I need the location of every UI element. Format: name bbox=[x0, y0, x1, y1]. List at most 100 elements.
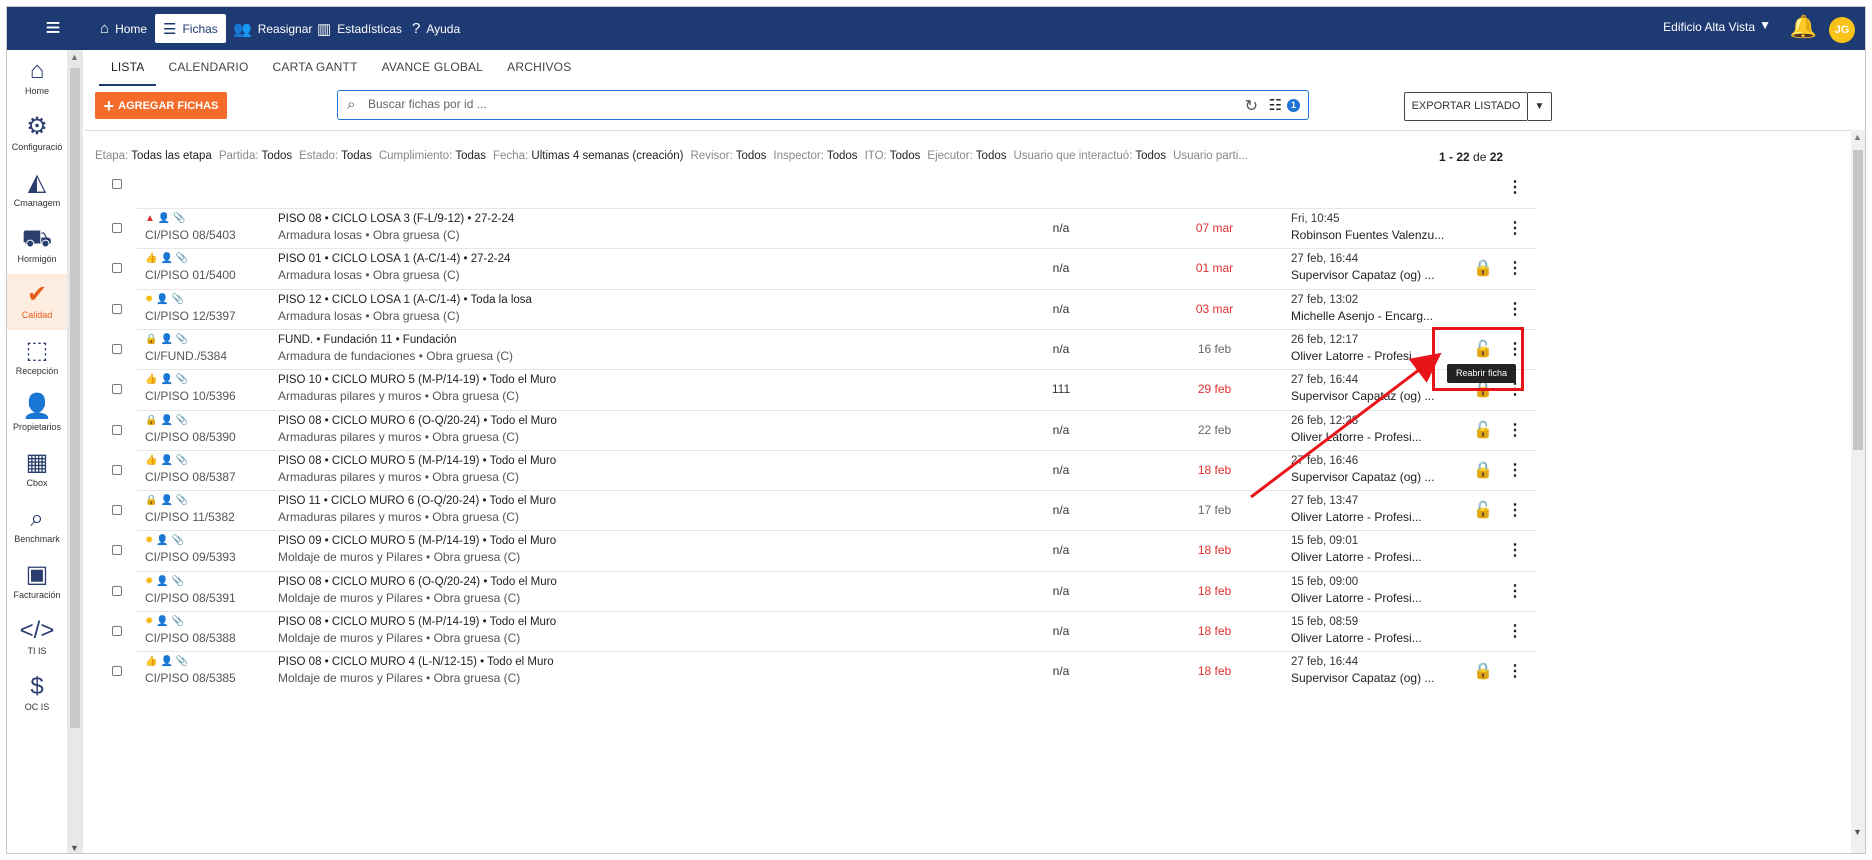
tab-calendario[interactable]: CALENDARIO bbox=[156, 52, 260, 86]
paperclip-icon: 📎 bbox=[175, 414, 192, 426]
table-row[interactable]: 🔒👤📎 CI/PISO 11/5382 PISO 11 • CICLO MURO 6… bbox=[112, 490, 1537, 530]
nav-home[interactable]: ⌂ Home bbox=[92, 14, 155, 43]
sidebar-item-benchmark[interactable]: ⌕ Benchmark bbox=[7, 498, 67, 554]
avatar[interactable]: JG bbox=[1829, 17, 1855, 43]
filter-summary[interactable]: Etapa: Todas las etapa Partida: Todos Esta… bbox=[95, 150, 1295, 162]
nav-estadisticas[interactable]: ▥ Estadísticas bbox=[309, 14, 410, 43]
user-icon: 👤 bbox=[156, 293, 172, 305]
row-checkbox[interactable] bbox=[112, 424, 122, 435]
row-id: CI/PISO 01/5400 bbox=[145, 268, 236, 283]
chevron-down-icon[interactable]: ▼ bbox=[1759, 18, 1771, 32]
sidebar-item-home[interactable]: ⌂ Home bbox=[7, 50, 67, 106]
row-checkbox[interactable] bbox=[112, 263, 122, 274]
row-id: CI/PISO 08/5403 bbox=[145, 228, 236, 242]
row-checkbox[interactable] bbox=[112, 585, 122, 596]
scroll-down-icon[interactable]: ▼ bbox=[1853, 827, 1862, 837]
unlock-icon[interactable]: 🔓 bbox=[1473, 420, 1493, 440]
tab-carta-gantt[interactable]: CARTA GANTT bbox=[261, 52, 370, 86]
table-row[interactable]: 👍👤📎 CI/PISO 08/5387 PISO 08 • CICLO MURO 5… bbox=[112, 449, 1537, 490]
list-scroll-thumb[interactable] bbox=[1853, 150, 1863, 450]
list-scrollbar[interactable]: ▲ ▼ bbox=[1851, 130, 1865, 853]
sidebar-item-cbox[interactable]: ▦ Cbox bbox=[7, 442, 67, 498]
sidebar-scrollbar[interactable]: ▲ ▼ bbox=[67, 50, 83, 853]
row-checkbox[interactable] bbox=[112, 343, 122, 354]
export-list-button[interactable]: EXPORTAR LISTADO bbox=[1404, 92, 1528, 121]
row-checkbox[interactable] bbox=[112, 505, 122, 516]
nav-fichas[interactable]: ☰ Fichas bbox=[155, 14, 226, 43]
row-checkbox[interactable] bbox=[112, 666, 122, 677]
sidebar-item-configuracion[interactable]: ⚙ Configuració bbox=[7, 106, 67, 162]
row-checkbox[interactable] bbox=[112, 626, 122, 636]
sidebar-item-calidad[interactable]: ✔ Calidad bbox=[7, 274, 67, 330]
row-subtitle: Armaduras pilares y muros • Obra gruesa … bbox=[278, 389, 519, 404]
row-checkbox[interactable] bbox=[112, 223, 122, 233]
sidebar-item-oc-is[interactable]: $ OC IS bbox=[7, 666, 67, 722]
export-dropdown-icon[interactable]: ▼ bbox=[1528, 92, 1552, 121]
billing-icon: ▣ bbox=[25, 561, 49, 588]
header-more-icon[interactable]: ⋮ bbox=[1507, 177, 1523, 197]
add-fichas-button[interactable]: + AGREGAR FICHAS bbox=[95, 92, 227, 119]
scroll-up-icon[interactable]: ▲ bbox=[70, 52, 79, 62]
table-row[interactable]: ✸👤📎 CI/PISO 12/5397 PISO 12 • CICLO LOSA 1… bbox=[112, 288, 1537, 329]
scroll-down-icon[interactable]: ▼ bbox=[70, 843, 79, 853]
row-status-icons: ▲👤📎 bbox=[145, 213, 189, 224]
sidebar-item-recepcion[interactable]: ⬚ Recepción bbox=[7, 330, 67, 386]
scroll-up-icon[interactable]: ▲ bbox=[1853, 132, 1862, 142]
sidebar-scroll-thumb[interactable] bbox=[70, 68, 80, 728]
row-due-date: 07 mar bbox=[1195, 221, 1234, 235]
row-last-activity: 15 feb, 09:01 bbox=[1291, 535, 1359, 548]
row-more-icon[interactable]: ⋮ bbox=[1507, 218, 1523, 238]
help-icon: ? bbox=[412, 20, 421, 37]
row-more-icon[interactable]: ⋮ bbox=[1507, 258, 1523, 278]
table-row[interactable]: 👍👤📎 CI/PISO 10/5396 PISO 10 • CICLO MURO 5… bbox=[112, 369, 1537, 409]
select-all-checkbox[interactable] bbox=[112, 179, 122, 189]
nav-ayuda[interactable]: ? Ayuda bbox=[404, 14, 468, 43]
table-row[interactable]: ✸👤📎 CI/PISO 09/5393 PISO 09 • CICLO MURO 5… bbox=[112, 530, 1537, 570]
tab-lista[interactable]: LISTA bbox=[99, 52, 157, 86]
filter-sliders-icon[interactable]: ☷ bbox=[1269, 96, 1282, 114]
table-row[interactable]: 👍👤📎 CI/PISO 08/5385 PISO 08 • CICLO MURO 4… bbox=[112, 651, 1537, 691]
building-selector[interactable]: Edificio Alta Vista bbox=[1663, 20, 1755, 34]
sidebar-item-ti-is[interactable]: </> TI IS bbox=[7, 610, 67, 666]
row-checkbox[interactable] bbox=[112, 545, 122, 556]
row-title: PISO 08 • CICLO MURO 6 (O-Q/20-24) • Tod… bbox=[278, 575, 557, 588]
filter-key: Inspector: bbox=[773, 150, 824, 162]
row-title: PISO 08 • CICLO MURO 6 (O-Q/20-24) • Tod… bbox=[278, 414, 557, 427]
nav-reasignar[interactable]: 👥 Reasignar bbox=[225, 14, 320, 43]
row-subtitle: Armaduras pilares y muros • Obra gruesa … bbox=[278, 510, 519, 525]
sidebar-item-hormigon[interactable]: ⛟ Hormigón bbox=[7, 218, 67, 274]
refresh-icon[interactable]: ↻ bbox=[1245, 96, 1258, 116]
row-checkbox[interactable] bbox=[112, 384, 122, 395]
row-more-icon[interactable]: ⋮ bbox=[1507, 500, 1523, 520]
row-more-icon[interactable]: ⋮ bbox=[1507, 540, 1523, 560]
table-row[interactable]: ▲👤📎 CI/PISO 08/5403 PISO 08 • CICLO LOSA 3… bbox=[112, 208, 1537, 248]
chart-icon: ▥ bbox=[317, 20, 332, 38]
unlock-icon[interactable]: 🔓 bbox=[1473, 500, 1493, 520]
search-input[interactable] bbox=[368, 97, 1218, 111]
sidebar-item-propietarios[interactable]: 👤 Propietarios bbox=[7, 386, 67, 442]
tab-avance-global[interactable]: AVANCE GLOBAL bbox=[370, 52, 496, 86]
nav-ayuda-label: Ayuda bbox=[426, 21, 461, 36]
row-more-icon[interactable]: ⋮ bbox=[1507, 661, 1523, 681]
tab-archivos[interactable]: ARCHIVOS bbox=[495, 52, 583, 86]
table-row[interactable]: 🔒👤📎 CI/PISO 08/5390 PISO 08 • CICLO MURO 6… bbox=[112, 409, 1537, 450]
row-more-icon[interactable]: ⋮ bbox=[1507, 460, 1523, 480]
row-more-icon[interactable]: ⋮ bbox=[1507, 299, 1523, 319]
table-row[interactable]: ✸👤📎 CI/PISO 08/5388 PISO 08 • CICLO MURO 5… bbox=[112, 611, 1537, 651]
lock-icon[interactable]: 🔒 bbox=[1473, 460, 1493, 480]
bell-icon[interactable]: 🔔 bbox=[1790, 14, 1817, 40]
row-more-icon[interactable]: ⋮ bbox=[1507, 621, 1523, 641]
table-row[interactable]: ✸👤📎 CI/PISO 08/5391 PISO 08 • CICLO MURO 6… bbox=[112, 570, 1537, 611]
sidebar-item-facturacion[interactable]: ▣ Facturación bbox=[7, 554, 67, 610]
row-checkbox[interactable] bbox=[112, 464, 122, 475]
lock-icon[interactable]: 🔒 bbox=[1473, 661, 1493, 681]
menu-icon[interactable]: ≡ bbox=[7, 7, 99, 50]
row-more-icon[interactable]: ⋮ bbox=[1507, 420, 1523, 440]
sidebar-item-label: Propietarios bbox=[12, 422, 62, 432]
sidebar-item-cmanagement[interactable]: ◭ Cmanagem bbox=[7, 162, 67, 218]
lock-icon[interactable]: 🔒 bbox=[1473, 258, 1493, 278]
row-checkbox[interactable] bbox=[112, 303, 122, 314]
row-more-icon[interactable]: ⋮ bbox=[1507, 581, 1523, 601]
table-row[interactable]: 👍👤📎 CI/PISO 01/5400 PISO 01 • CICLO LOSA 1… bbox=[112, 248, 1537, 288]
table-row[interactable]: 🔒👤📎 CI/FUND./5384 FUND. • Fundación 11 • F… bbox=[112, 328, 1537, 369]
